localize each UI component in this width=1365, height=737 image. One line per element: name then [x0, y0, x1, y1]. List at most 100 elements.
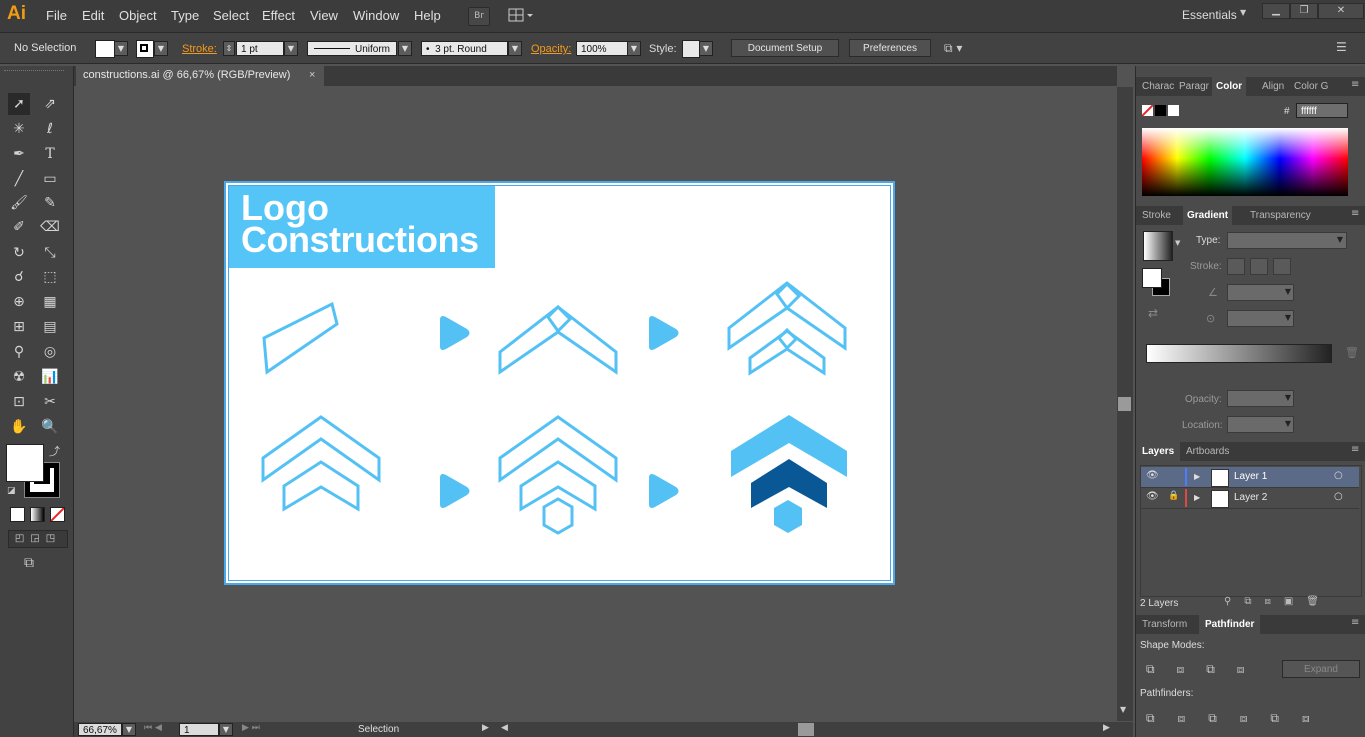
rectangle-tool-icon[interactable]: ▭ [39, 168, 61, 190]
layer-target-icon[interactable]: ○ [1334, 470, 1343, 481]
menu-help[interactable]: Help [414, 8, 441, 23]
fill-swatch[interactable] [95, 40, 115, 58]
screen-mode-icon[interactable]: ⧉ [24, 555, 34, 571]
tab-character[interactable]: Charac [1142, 77, 1174, 96]
tab-gradient[interactable]: Gradient [1183, 206, 1233, 225]
gradient-preview-dropdown[interactable]: ▼ [1175, 239, 1180, 247]
artboard-tool-icon[interactable]: ⊡ [8, 391, 30, 413]
magic-wand-icon[interactable]: ✳ [8, 118, 30, 140]
tab-color[interactable]: Color [1212, 77, 1247, 96]
gradient-menu-icon[interactable]: ≡ [1351, 208, 1359, 219]
pathfinders-icon[interactable]: ⧉⧈⧉⧈⧉⧈ [1146, 711, 1333, 726]
shape-modes-icon[interactable]: ⧉⧈⧉⧈ [1146, 662, 1266, 677]
variable-width-profile[interactable]: Uniform [307, 41, 397, 56]
status-menu-icon[interactable]: ▶ [482, 723, 489, 733]
tab-artboards[interactable]: Artboards [1186, 442, 1229, 461]
pencil-icon[interactable]: ✎ [39, 192, 61, 214]
zoom-field[interactable]: 66,67% [78, 723, 122, 736]
panel-menu-icon[interactable]: ≡ [1351, 79, 1359, 90]
visibility-eye-icon[interactable]: 👁 [1146, 470, 1159, 481]
mesh-tool-icon[interactable]: ⊞ [8, 316, 30, 338]
expand-layer-icon[interactable]: ▶ [1194, 493, 1200, 502]
column-graph-icon[interactable]: 📊 [39, 366, 61, 388]
restore-button[interactable]: ❐ [1290, 3, 1318, 19]
graphic-style-swatch[interactable] [682, 40, 700, 58]
lock-icon[interactable]: 🔒 [1168, 491, 1179, 501]
gradient-tool-icon[interactable]: ▤ [39, 316, 61, 338]
tools-grip[interactable] [4, 70, 64, 74]
shape-builder-icon[interactable]: ⊕ [8, 291, 30, 313]
gradient-type-select[interactable]: ▼ [1227, 232, 1347, 249]
perspective-grid-icon[interactable]: ▦ [39, 291, 61, 313]
gradient-preview[interactable] [1143, 231, 1173, 261]
line-tool-icon[interactable]: ╱ [8, 168, 30, 190]
selection-tool-icon[interactable]: ➚ [8, 93, 30, 115]
style-dropdown[interactable]: ▼ [699, 41, 713, 56]
menu-object[interactable]: Object [119, 8, 157, 23]
menu-view[interactable]: View [310, 8, 338, 23]
profile-dropdown[interactable]: ▼ [398, 41, 412, 56]
menu-effect[interactable]: Effect [262, 8, 295, 23]
expand-button[interactable]: Expand [1282, 660, 1360, 678]
symbol-sprayer-icon[interactable]: ☢ [8, 366, 30, 388]
eyedropper-icon[interactable]: ⚲ [8, 341, 30, 363]
color-spectrum[interactable] [1142, 128, 1348, 196]
gradient-slider[interactable] [1146, 344, 1332, 363]
tab-color-guide[interactable]: Color G [1294, 77, 1328, 96]
stroke-weight-field[interactable]: 1 pt [236, 41, 284, 56]
pen-tool-icon[interactable]: ✒ [8, 143, 30, 165]
layer-name[interactable]: Layer 1 [1234, 471, 1267, 482]
arrange-objects-icon[interactable]: ⧉ ▾ [944, 41, 962, 56]
zoom-dropdown[interactable]: ▼ [122, 723, 136, 736]
expand-layer-icon[interactable]: ▶ [1194, 472, 1200, 481]
scroll-left-icon[interactable]: ◀ [501, 723, 508, 733]
hand-tool-icon[interactable]: ✋ [8, 416, 30, 438]
brush-dropdown[interactable]: ▼ [508, 41, 522, 56]
tab-paragraph[interactable]: Paragr [1179, 77, 1209, 96]
visibility-eye-icon[interactable]: 👁 [1146, 491, 1159, 502]
hex-field[interactable]: ffffff [1296, 103, 1348, 118]
document-setup-button[interactable]: Document Setup [731, 39, 839, 57]
zoom-tool-icon[interactable]: 🔍 [39, 416, 61, 438]
arrange-documents-button[interactable] [507, 7, 535, 24]
white-swatch[interactable] [1168, 105, 1179, 116]
horizontal-scroll-thumb[interactable] [798, 723, 814, 736]
tab-pathfinder[interactable]: Pathfinder [1199, 615, 1261, 634]
layers-actions-icon[interactable]: ⚲⧉⧈▣🗑 [1224, 596, 1332, 607]
artboard-number-field[interactable]: 1 [179, 723, 219, 736]
draw-modes-icon[interactable]: ◰◲◳ [8, 530, 68, 548]
tab-align[interactable]: Align [1262, 77, 1284, 96]
workspace-chevron-icon[interactable]: ▼ [1240, 8, 1246, 17]
reverse-gradient-icon[interactable]: ⇄ [1148, 306, 1158, 320]
black-swatch[interactable] [1155, 105, 1166, 116]
tab-transform[interactable]: Transform [1142, 615, 1187, 634]
menu-select[interactable]: Select [213, 8, 249, 23]
opacity-field[interactable]: 100% [576, 41, 628, 56]
color-mode-icon[interactable] [10, 507, 25, 522]
tab-stroke[interactable]: Stroke [1142, 206, 1171, 225]
opacity-label[interactable]: Opacity: [531, 43, 571, 55]
brush-definition[interactable]: • 3 pt. Round [421, 41, 508, 56]
blob-brush-icon[interactable]: ✐ [8, 216, 30, 238]
none-mode-icon[interactable] [50, 507, 65, 522]
workspace-switcher[interactable]: Essentials [1182, 8, 1237, 22]
lasso-icon[interactable]: ℓ [39, 118, 61, 140]
menu-window[interactable]: Window [353, 8, 399, 23]
vertical-scrollbar[interactable]: ▼ [1117, 87, 1133, 721]
menu-file[interactable]: File [46, 8, 67, 23]
delete-stop-icon[interactable]: 🗑 [1345, 346, 1359, 359]
opacity-dropdown[interactable]: ▼ [627, 41, 641, 56]
tab-transparency[interactable]: Transparency [1250, 206, 1311, 225]
free-transform-icon[interactable]: ⬚ [39, 266, 61, 288]
rotate-tool-icon[interactable]: ↻ [8, 242, 30, 264]
gradient-mode-icon[interactable] [30, 507, 45, 522]
preferences-button[interactable]: Preferences [849, 39, 931, 57]
fill-dropdown[interactable]: ▼ [114, 41, 128, 56]
fill-color-box[interactable] [6, 444, 44, 482]
none-swatch[interactable] [1141, 104, 1154, 117]
swap-colors-icon[interactable]: ⤴ [49, 443, 60, 459]
control-menu-icon[interactable]: ☰ [1336, 40, 1347, 54]
layer-row[interactable]: 👁 🔒 ▶ Layer 2 ○ [1141, 488, 1359, 509]
paintbrush-icon[interactable]: 🖌 [8, 192, 30, 214]
stroke-weight-dropdown[interactable]: ▼ [284, 41, 298, 56]
